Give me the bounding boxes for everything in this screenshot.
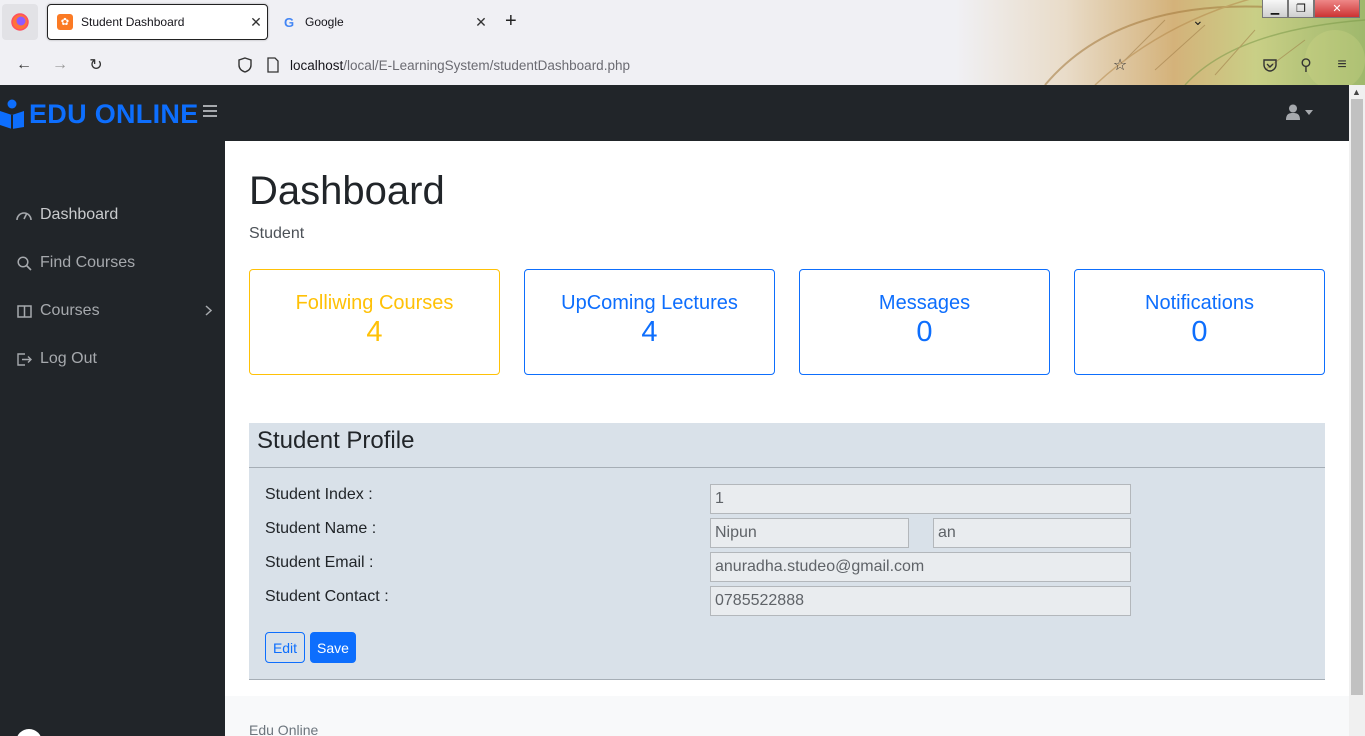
stat-label: Notifications (1145, 292, 1254, 314)
page-icon (267, 57, 279, 73)
sidebar-item-dashboard[interactable]: Dashboard (16, 203, 212, 227)
chevron-right-icon (205, 303, 213, 321)
browser-chrome: ✿ Student Dashboard ✕ G Google ✕ + ⌄ ▁ ❐… (0, 0, 1365, 85)
brand-name: EDU ONLINE (29, 98, 199, 129)
student-email-label: Student Email : (265, 554, 374, 571)
sidebar-item-courses[interactable]: Courses (16, 299, 213, 323)
tab-bar: ✿ Student Dashboard ✕ G Google ✕ + ⌄ ▁ ❐… (0, 0, 1365, 44)
google-icon: G (283, 14, 295, 30)
contact-field[interactable]: 0785522888 (710, 586, 1131, 616)
student-name-label: Student Name : (265, 520, 377, 537)
columns-icon (16, 303, 32, 319)
sidebar-toggle-icon[interactable] (203, 105, 217, 117)
shield-icon (238, 57, 252, 73)
profile-heading: Student Profile (249, 423, 1325, 468)
scrollbar-thumb[interactable] (1351, 99, 1363, 695)
breadcrumb: Student (249, 225, 305, 242)
back-arrow-icon[interactable]: ← (13, 54, 35, 76)
user-menu-dropdown[interactable] (1286, 104, 1313, 120)
save-button[interactable]: Save (310, 632, 356, 663)
stat-card-upcoming-lectures[interactable]: UpComing Lectures 4 (524, 269, 775, 375)
hamburger-menu-icon[interactable]: ≡ (1331, 54, 1353, 76)
logout-icon (16, 351, 32, 367)
reader-logo-icon (0, 99, 24, 129)
caret-down-icon (1305, 109, 1313, 115)
stat-label: UpComing Lectures (561, 292, 738, 314)
stat-label: Messages (878, 292, 971, 314)
browser-toolbar: ← → ↻ localhost/local/E-LearningSystem/s… (0, 44, 1365, 85)
stat-label: Folliwing Courses (295, 292, 454, 314)
main-content: Dashboard Student Folliwing Courses 4 Up… (225, 141, 1349, 736)
page-footer: Edu Online (225, 696, 1349, 736)
bookmark-star-icon[interactable]: ☆ (1109, 54, 1131, 76)
pocket-icon[interactable] (1259, 54, 1281, 76)
sidebar-item-label: Find Courses (40, 254, 136, 271)
stat-card-following-courses[interactable]: Folliwing Courses 4 (249, 269, 500, 375)
stat-card-notifications[interactable]: Notifications 0 (1074, 269, 1325, 375)
stat-value: 0 (916, 316, 933, 348)
first-name-field[interactable]: Nipun (710, 518, 909, 548)
tab-title: Google (305, 15, 344, 29)
dashboard-icon (16, 207, 32, 223)
sidebar-item-label: Dashboard (40, 206, 119, 223)
url-host: localhost (290, 57, 344, 73)
firefox-menu-button[interactable] (2, 4, 38, 40)
web-page: EDU ONLINE Dashboard Find Courses Course… (0, 85, 1349, 736)
email-field[interactable]: anuradha.studeo@gmail.com (710, 552, 1131, 582)
sidebar-item-log-out[interactable]: Log Out (16, 347, 212, 371)
restore-icon[interactable]: ❐ (1288, 0, 1314, 18)
stat-value: 4 (641, 316, 658, 348)
reload-icon[interactable]: ↻ (85, 54, 107, 76)
edit-button[interactable]: Edit (265, 632, 305, 663)
new-tab-icon[interactable]: + (505, 10, 517, 32)
sidebar-footer-avatar (16, 729, 42, 736)
sidebar-item-find-courses[interactable]: Find Courses (16, 251, 212, 275)
top-navbar: EDU ONLINE (0, 85, 1349, 141)
window-controls: ▁ ❐ ✕ (1262, 0, 1360, 18)
student-index-label: Student Index : (265, 486, 373, 503)
forward-arrow-icon[interactable]: → (49, 54, 71, 76)
footer-text: Edu Online (249, 722, 319, 736)
page-scrollbar[interactable]: ▲ (1349, 85, 1365, 736)
tab-student-dashboard[interactable]: ✿ Student Dashboard ✕ (47, 4, 268, 40)
minimize-icon[interactable]: ▁ (1262, 0, 1288, 18)
student-contact-label: Student Contact : (265, 588, 389, 605)
sidebar: Dashboard Find Courses Courses Log Out (0, 141, 225, 736)
address-bar[interactable]: localhost/local/E-LearningSystem/student… (230, 50, 1100, 80)
chevron-down-icon[interactable]: ⌄ (1192, 12, 1204, 29)
stat-card-messages[interactable]: Messages 0 (799, 269, 1050, 375)
scroll-up-icon[interactable]: ▲ (1352, 87, 1361, 97)
sidebar-item-label: Courses (40, 302, 100, 319)
tab-title: Student Dashboard (81, 15, 185, 29)
last-name-field[interactable]: an (933, 518, 1131, 548)
user-icon (1286, 104, 1300, 120)
student-profile-card: Student Profile Student Index : 1 Studen… (249, 423, 1325, 680)
firefox-icon (11, 13, 29, 31)
sidebar-item-label: Log Out (40, 350, 97, 367)
stat-value: 0 (1191, 316, 1208, 348)
student-index-field[interactable]: 1 (710, 484, 1131, 514)
brand-logo[interactable]: EDU ONLINE (0, 98, 199, 130)
close-tab-icon[interactable]: ✕ (470, 14, 492, 31)
page-title: Dashboard (249, 169, 445, 213)
close-tab-icon[interactable]: ✕ (245, 14, 267, 31)
xampp-icon: ✿ (57, 14, 73, 30)
stat-value: 4 (366, 316, 383, 348)
tab-google[interactable]: G Google ✕ (272, 4, 492, 40)
search-icon (16, 255, 32, 271)
extensions-icon[interactable]: ⚲ (1295, 54, 1317, 76)
url-path: /local/E-LearningSystem/studentDashboard… (343, 57, 630, 73)
close-window-icon[interactable]: ✕ (1314, 0, 1360, 18)
